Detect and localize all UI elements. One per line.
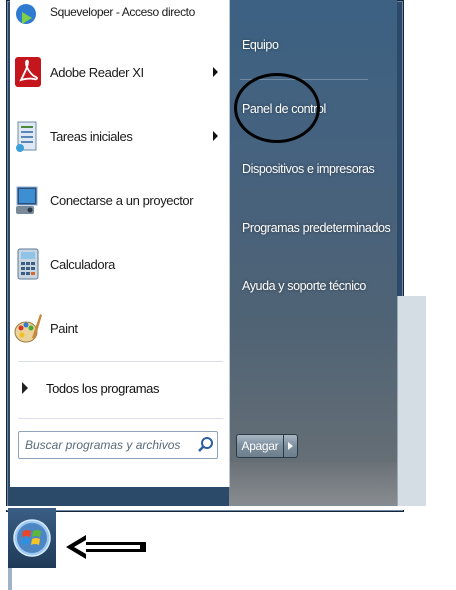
getting-started-icon: [14, 118, 42, 154]
taskbar-edge: [6, 506, 426, 510]
expand-arrow-icon: [22, 382, 28, 394]
start-menu-right-pane-bottom: [229, 462, 397, 510]
chevron-right-icon: [287, 442, 293, 450]
menu-item-programas-predeterminados[interactable]: Programas predeterminados: [242, 221, 391, 235]
submenu-arrow-icon: [213, 67, 218, 77]
start-button[interactable]: [8, 508, 56, 568]
menu-item-getting-started[interactable]: Tareas iniciales: [14, 108, 224, 164]
shutdown-control: Apagar: [236, 434, 298, 458]
search-box[interactable]: [18, 431, 218, 459]
menu-item-equipo[interactable]: Equipo: [242, 38, 279, 52]
menu-item-projector[interactable]: Conectarse a un proyector: [14, 172, 224, 228]
windows-logo-icon: [13, 519, 51, 557]
separator: [18, 361, 223, 362]
menu-item-app-shortcut[interactable]: Squeveloper - Acceso directo: [14, 0, 224, 40]
calculator-icon: [14, 246, 42, 282]
projector-icon: [14, 182, 42, 218]
highlight-circle-annotation: [234, 73, 320, 143]
all-programs-button[interactable]: Todos los programas: [14, 364, 224, 412]
search-icon[interactable]: [195, 434, 217, 456]
background-window: [397, 296, 426, 506]
adobe-reader-icon: [14, 54, 42, 90]
search-input[interactable]: [19, 434, 195, 456]
app-shortcut-icon: [14, 0, 42, 30]
menu-item-calculator[interactable]: Calculadora: [14, 236, 224, 292]
menu-item-adobe-reader[interactable]: Adobe Reader XI: [14, 44, 224, 100]
shutdown-options-button[interactable]: [283, 434, 298, 458]
paint-icon: [14, 310, 42, 346]
separator: [18, 418, 223, 419]
menu-item-ayuda-soporte[interactable]: Ayuda y soporte técnico: [242, 279, 366, 293]
arrow-annotation: [66, 535, 146, 559]
menu-item-dispositivos-impresoras[interactable]: Dispositivos e impresoras: [242, 162, 375, 176]
shutdown-button[interactable]: Apagar: [236, 434, 284, 458]
menu-item-paint[interactable]: Paint: [14, 300, 224, 356]
desktop-edge: [8, 568, 12, 590]
submenu-arrow-icon: [213, 131, 218, 141]
